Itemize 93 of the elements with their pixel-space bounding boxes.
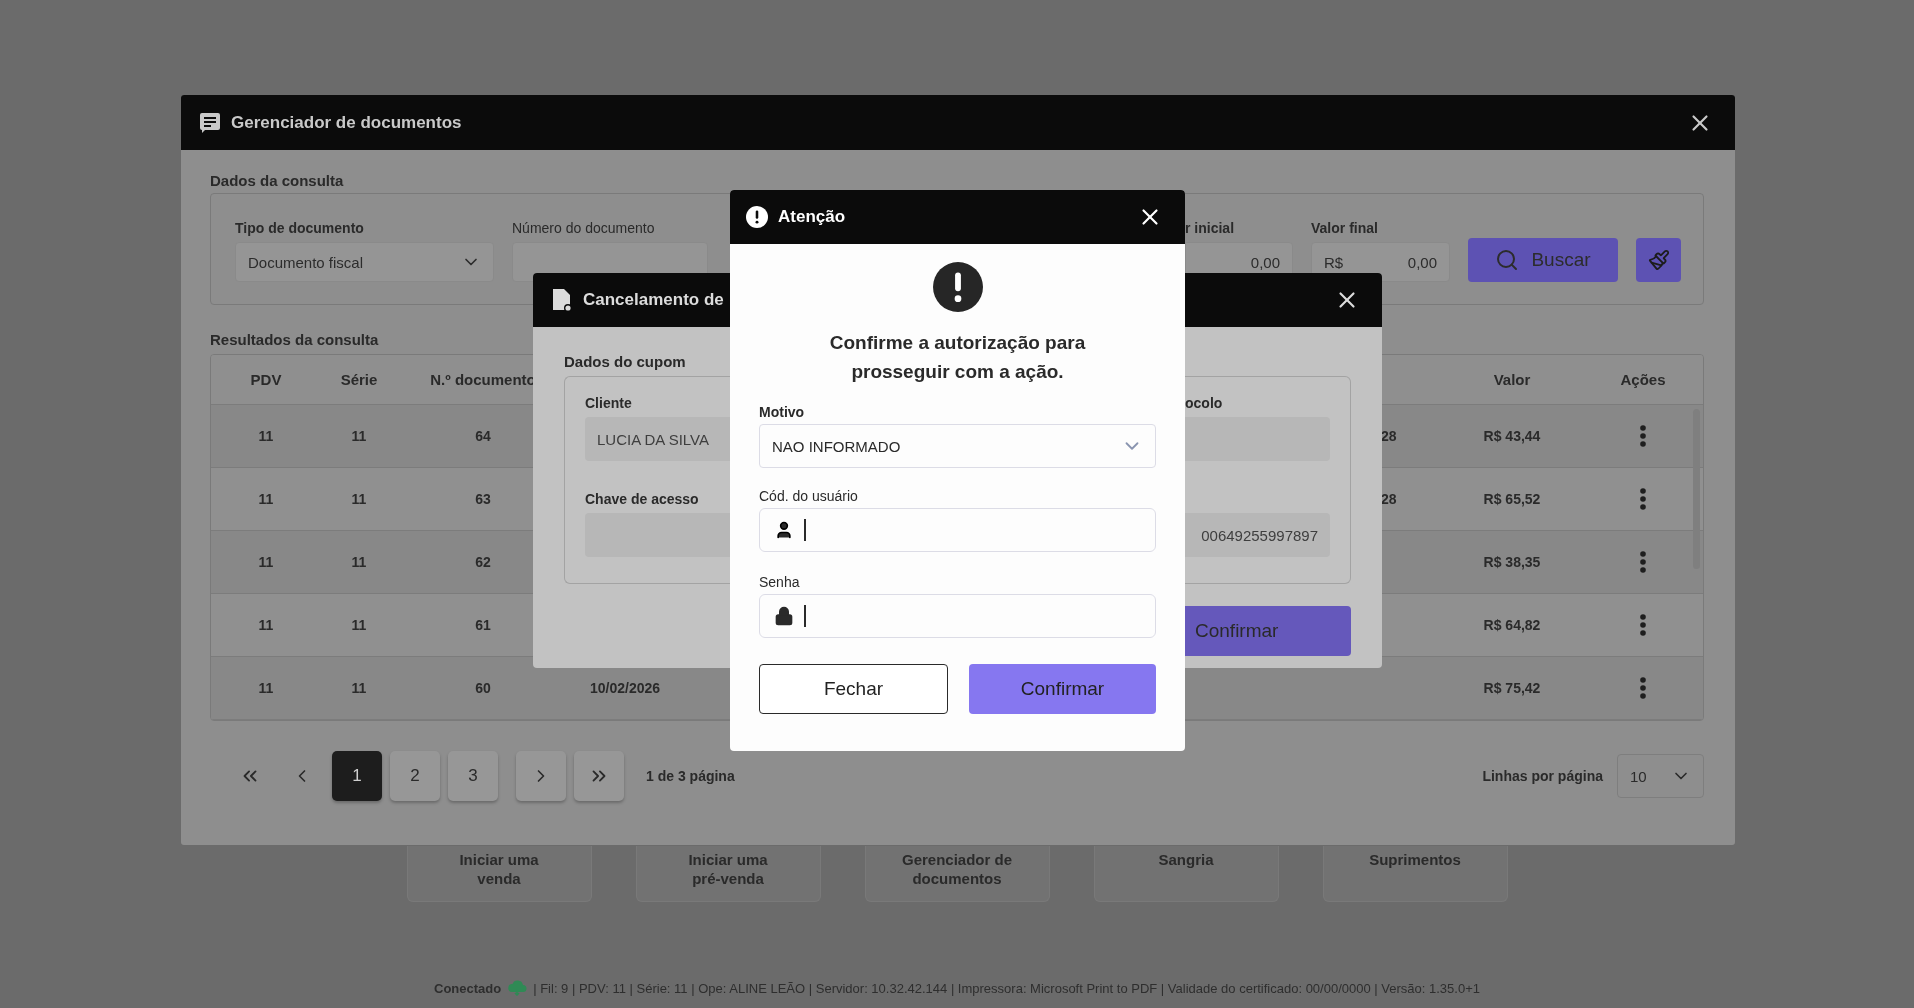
field-label: ocolo xyxy=(1185,395,1224,411)
table-cell: 28 xyxy=(1381,491,1397,507)
confirm-button[interactable]: Confirmar xyxy=(969,664,1156,714)
field-label: Valor final xyxy=(1311,220,1379,236)
lock-icon xyxy=(774,606,794,626)
page-button[interactable]: 2 xyxy=(390,751,440,801)
confirm-button[interactable]: Confirmar xyxy=(1185,606,1351,656)
table-cell: 11 xyxy=(258,428,274,444)
more-vertical-icon xyxy=(1640,425,1646,447)
table-cell: 60 xyxy=(475,680,491,696)
table-cell: 11 xyxy=(258,617,274,633)
section-title: Dados da consulta xyxy=(210,172,344,189)
confirmation-message: Confirme a autorização para prosseguir com a ação. xyxy=(828,331,1087,384)
reason-dropdown[interactable]: NAO INFORMADO xyxy=(759,424,1156,468)
home-tile[interactable]: Sangria xyxy=(1093,846,1279,902)
table-cell: R$ 75,42 xyxy=(1483,680,1541,696)
home-tile[interactable]: Gerenciador de documentos xyxy=(864,846,1050,902)
final-value-field[interactable]: R$ 0,00 xyxy=(1311,242,1450,282)
file-icon xyxy=(551,288,573,312)
client-field[interactable]: LUCIA DA SILVA xyxy=(585,417,730,461)
table-cell: 11 xyxy=(351,554,367,570)
status-details: | Fil: 9 | PDV: 11 | Série: 11 | Ope: ALINE LEÃO | Servidor: 10.32.42.144 | Impressora: Microsoft Print to PDF | Validade do certificado: 00/00/0000 | Versão: 1.35.0+1 xyxy=(533,980,1480,996)
more-actions-button[interactable] xyxy=(1640,551,1646,573)
page-button[interactable]: 1 xyxy=(332,751,382,801)
table-cell: R$ 64,82 xyxy=(1483,617,1541,633)
rows-per-page-select[interactable]: 10 xyxy=(1617,754,1704,798)
table-cell: 63 xyxy=(475,491,491,507)
text-cursor xyxy=(804,519,806,541)
field-label: Cliente xyxy=(585,395,633,411)
protocol-field[interactable] xyxy=(1185,417,1330,461)
home-tile[interactable]: Suprimentos xyxy=(1322,846,1508,902)
brush-icon xyxy=(1647,249,1670,271)
document-type-dropdown[interactable]: Documento fiscal xyxy=(235,242,494,282)
column-header: Ações xyxy=(1620,371,1666,388)
table-cell: 11 xyxy=(351,428,367,444)
field-label: Motivo xyxy=(759,404,806,420)
document-icon xyxy=(199,111,221,134)
connection-status: Conectado xyxy=(434,980,502,996)
cloud-icon xyxy=(507,980,528,996)
table-cell: 10/02/2026 xyxy=(589,680,661,696)
dialog-title: Atenção xyxy=(778,207,847,227)
home-tile[interactable]: Iniciar uma pré-venda xyxy=(635,846,821,902)
alert-icon xyxy=(932,262,983,312)
more-actions-button[interactable] xyxy=(1640,488,1646,510)
column-header: Valor xyxy=(1493,371,1531,388)
access-key-field[interactable]: 00649255997897 xyxy=(1185,513,1330,557)
section-title: Dados do cupom xyxy=(563,353,687,370)
table-cell: 11 xyxy=(351,491,367,507)
field-label: Senha xyxy=(759,574,801,590)
column-header: PDV xyxy=(250,371,282,388)
rows-per-page-label: Linhas por página xyxy=(1482,768,1603,784)
table-cell: 62 xyxy=(475,554,491,570)
field-label: Chave de acesso xyxy=(585,491,700,507)
page-summary: 1 de 3 página xyxy=(646,768,735,784)
table-cell: 28 xyxy=(1381,428,1397,444)
more-vertical-icon xyxy=(1640,488,1646,510)
section-title: Resultados da consulta xyxy=(210,331,379,348)
window-title: Gerenciador de documentos xyxy=(231,112,463,133)
table-cell: 61 xyxy=(475,617,491,633)
close-button[interactable]: Fechar xyxy=(759,664,948,714)
user-code-field[interactable] xyxy=(759,508,1156,552)
more-actions-button[interactable] xyxy=(1640,425,1646,447)
field-label: r inicial xyxy=(1185,220,1236,236)
more-vertical-icon xyxy=(1640,551,1646,573)
table-cell: 11 xyxy=(351,617,367,633)
column-header: Série xyxy=(340,371,378,388)
dialog-title: Cancelamento de xyxy=(583,290,725,310)
access-key-field[interactable] xyxy=(585,513,730,557)
table-cell: 64 xyxy=(475,428,491,444)
field-label: Número do documento xyxy=(512,220,656,236)
more-actions-button[interactable] xyxy=(1640,677,1646,699)
table-cell: 11 xyxy=(258,680,274,696)
more-actions-button[interactable] xyxy=(1640,614,1646,636)
table-cell: 11 xyxy=(351,680,367,696)
table-cell: 11 xyxy=(258,491,274,507)
password-field[interactable] xyxy=(759,594,1156,638)
table-cell: R$ 65,52 xyxy=(1483,491,1541,507)
column-header: N.º documento xyxy=(430,371,536,388)
table-cell: R$ 38,35 xyxy=(1483,554,1541,570)
clear-button[interactable] xyxy=(1636,238,1681,282)
alert-icon xyxy=(746,206,768,228)
table-cell: R$ 43,44 xyxy=(1483,428,1541,444)
search-icon xyxy=(1495,248,1520,272)
text-cursor xyxy=(804,605,806,627)
table-cell: 11 xyxy=(258,554,274,570)
more-vertical-icon xyxy=(1640,614,1646,636)
field-label: Cód. do usuário xyxy=(759,488,859,504)
more-vertical-icon xyxy=(1640,677,1646,699)
last-page-button[interactable] xyxy=(574,751,624,801)
page-button[interactable]: 3 xyxy=(448,751,498,801)
home-tile[interactable]: Iniciar uma venda xyxy=(406,846,592,902)
field-label: Tipo de documento xyxy=(235,220,365,236)
user-icon xyxy=(774,520,794,540)
